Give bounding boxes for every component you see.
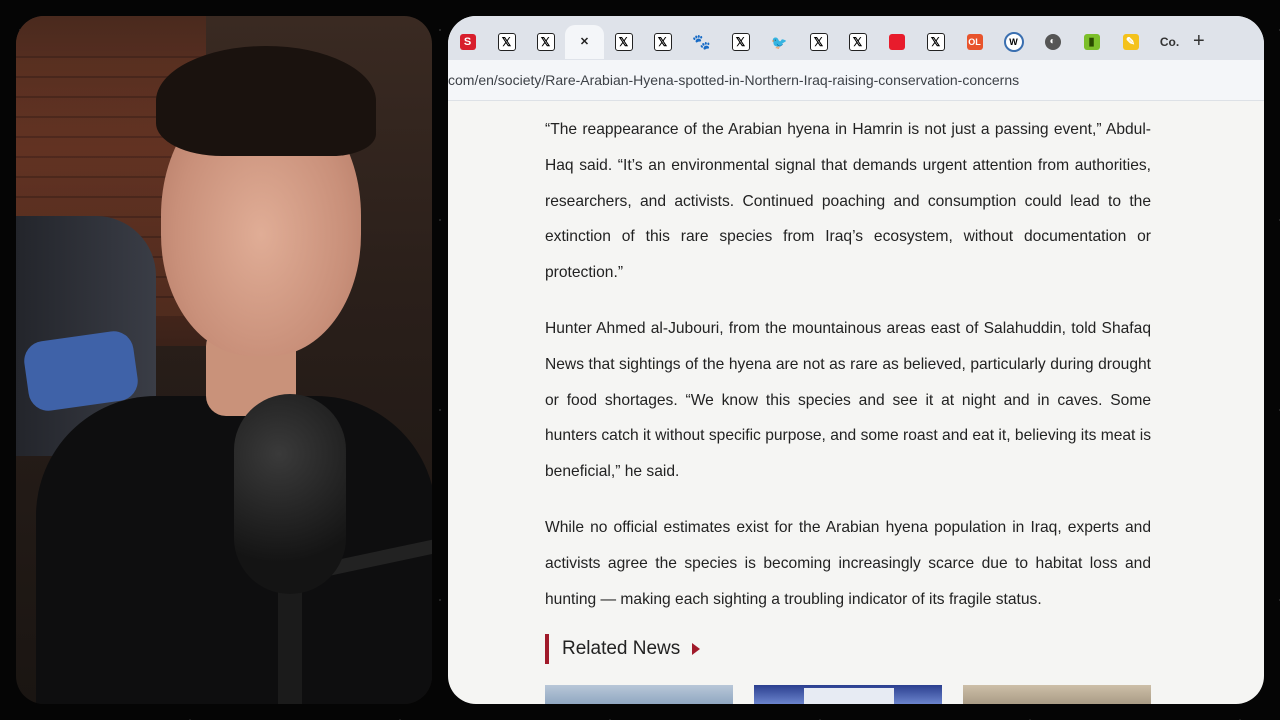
article-paragraph: Hunter Ahmed al-Jubouri, from the mounta…	[545, 319, 1151, 481]
browser-tab[interactable]: 𝕏	[604, 25, 643, 59]
tab-active[interactable]: ✕	[565, 25, 604, 59]
browser-tab[interactable]: W	[994, 25, 1033, 59]
browser-tab[interactable]: 𝕏	[799, 25, 838, 59]
browser-tab[interactable]: ✎	[1111, 25, 1150, 59]
x-logo-icon: 𝕏	[926, 33, 945, 51]
browser-tab[interactable]: 𝕏	[721, 25, 760, 59]
browser-tab[interactable]: ◐	[1033, 25, 1072, 59]
article-body: “The reappearance of the Arabian hyena i…	[545, 112, 1151, 637]
browser-tab[interactable]	[877, 25, 916, 59]
browser-tab[interactable]: 𝕏	[526, 25, 565, 59]
red-square-icon	[888, 34, 905, 50]
browser-tab[interactable]: ▮	[1072, 25, 1111, 59]
related-news-thumbnails	[545, 685, 1151, 704]
browser-tab[interactable]: 𝕏	[838, 25, 877, 59]
x-logo-icon: 𝕏	[653, 33, 672, 51]
browser-tab[interactable]: 𝕏	[916, 25, 955, 59]
browser-tab[interactable]: 𝕏	[487, 25, 526, 59]
url-text[interactable]: com/en/society/Rare-Arabian-Hyena-spotte…	[448, 72, 1019, 88]
browser-tab[interactable]: OL	[955, 25, 994, 59]
article-paragraph: “The reappearance of the Arabian hyena i…	[545, 121, 1151, 282]
presenter-hair	[156, 46, 376, 156]
caret-right-icon[interactable]	[692, 643, 701, 655]
related-news-thumbnail[interactable]	[545, 685, 733, 704]
globe-icon: ◐	[1044, 34, 1061, 50]
webcam-feed	[16, 16, 432, 704]
browser-tab[interactable]: S	[448, 25, 487, 59]
related-news-thumbnail[interactable]	[754, 685, 942, 704]
tab-strip: S 𝕏 𝕏 ✕ 𝕏 𝕏 🐾 𝕏 🐦 𝕏 𝕏 𝕏 OL W ◐ ▮ ✎ Co. +	[448, 16, 1264, 60]
microphone	[234, 394, 346, 594]
browser-window: S 𝕏 𝕏 ✕ 𝕏 𝕏 🐾 𝕏 🐦 𝕏 𝕏 𝕏 OL W ◐ ▮ ✎ Co. + com/en/society/Ra…	[448, 16, 1264, 704]
related-news-thumbnail[interactable]	[963, 685, 1151, 704]
mic-stand	[278, 576, 302, 704]
new-tab-plus-icon[interactable]: +	[1193, 30, 1205, 53]
co-favicon-icon: Co.	[1159, 35, 1180, 49]
related-news-title[interactable]: Related News	[562, 638, 680, 660]
paw-icon: 🐾	[692, 33, 711, 51]
green-favicon-icon: ▮	[1083, 34, 1100, 50]
article-paragraph: While no official estimates exist for th…	[545, 518, 1151, 608]
browser-tab[interactable]: 𝕏	[643, 25, 682, 59]
yellow-favicon-icon: ✎	[1122, 34, 1139, 50]
address-bar[interactable]: com/en/society/Rare-Arabian-Hyena-spotte…	[448, 60, 1264, 101]
related-news-header[interactable]: Related News	[545, 634, 701, 664]
x-logo-icon: 𝕏	[731, 33, 750, 51]
browser-tab[interactable]: Co.	[1150, 25, 1189, 59]
ol-favicon-icon: OL	[966, 34, 983, 50]
s-red-favicon-icon: S	[459, 34, 476, 50]
browser-tab[interactable]: 🐾	[682, 25, 721, 59]
x-logo-icon: 𝕏	[497, 33, 516, 51]
x-logo-icon: 𝕏	[848, 33, 867, 51]
x-logo-icon: 𝕏	[614, 33, 633, 51]
browser-tab[interactable]: 🐦	[760, 25, 799, 59]
thumbnail-screen	[804, 688, 894, 704]
close-icon[interactable]: ✕	[577, 34, 593, 50]
wikipedia-icon: W	[1003, 32, 1024, 52]
x-logo-icon: 𝕏	[536, 33, 555, 51]
x-logo-icon: 𝕏	[809, 33, 828, 51]
bird-icon: 🐦	[771, 34, 788, 50]
